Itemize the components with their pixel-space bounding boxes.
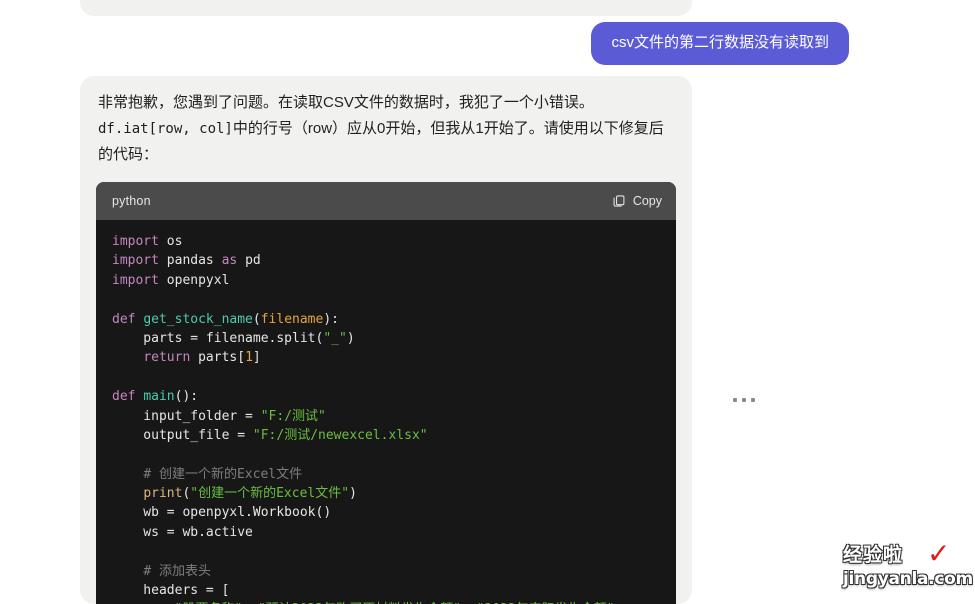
assistant-text-code-inline: df.iat[row, col]	[98, 121, 233, 137]
copy-code-button[interactable]: Copy	[612, 194, 662, 208]
checkmark-icon: ✓	[927, 538, 951, 569]
copy-icon	[612, 194, 626, 208]
ellipsis-dot	[751, 398, 755, 402]
watermark-brand: 经验啦	[843, 544, 904, 566]
ellipsis-dot	[742, 398, 746, 402]
watermark: 经验啦 ✓ jingyanla.com	[843, 540, 973, 592]
assistant-message-bubble: 非常抱歉，您遇到了问题。在读取CSV文件的数据时，我犯了一个小错误。 df.iat…	[80, 76, 692, 604]
ellipsis-icon[interactable]	[733, 398, 755, 402]
previous-message-bubble: 上情况进一步修改代码，我能够看到全部代码	[80, 0, 692, 16]
code-language-label: python	[112, 194, 151, 208]
ellipsis-dot	[733, 398, 737, 402]
copy-button-label: Copy	[632, 194, 662, 208]
watermark-url: jingyanla.com	[843, 569, 973, 589]
user-message-row: csv文件的第二行数据没有读取到	[0, 22, 975, 66]
code-block-header: python Copy	[96, 182, 676, 220]
user-message-bubble: csv文件的第二行数据没有读取到	[591, 22, 849, 65]
assistant-message-text: 非常抱歉，您遇到了问题。在读取CSV文件的数据时，我犯了一个小错误。 df.iat…	[80, 90, 692, 168]
code-content[interactable]: import os import pandas as pd import openp…	[96, 220, 676, 604]
user-message-text: csv文件的第二行数据没有读取到	[611, 34, 829, 51]
chat-screenshot-root: 上情况进一步修改代码，我能够看到全部代码 csv文件的第二行数据没有读取到 非常…	[0, 0, 975, 604]
assistant-text-part1: 非常抱歉，您遇到了问题。在读取CSV文件的数据时，我犯了一个小错误。	[98, 94, 594, 111]
code-block: python Copy import os import pandas as pd…	[96, 182, 676, 604]
